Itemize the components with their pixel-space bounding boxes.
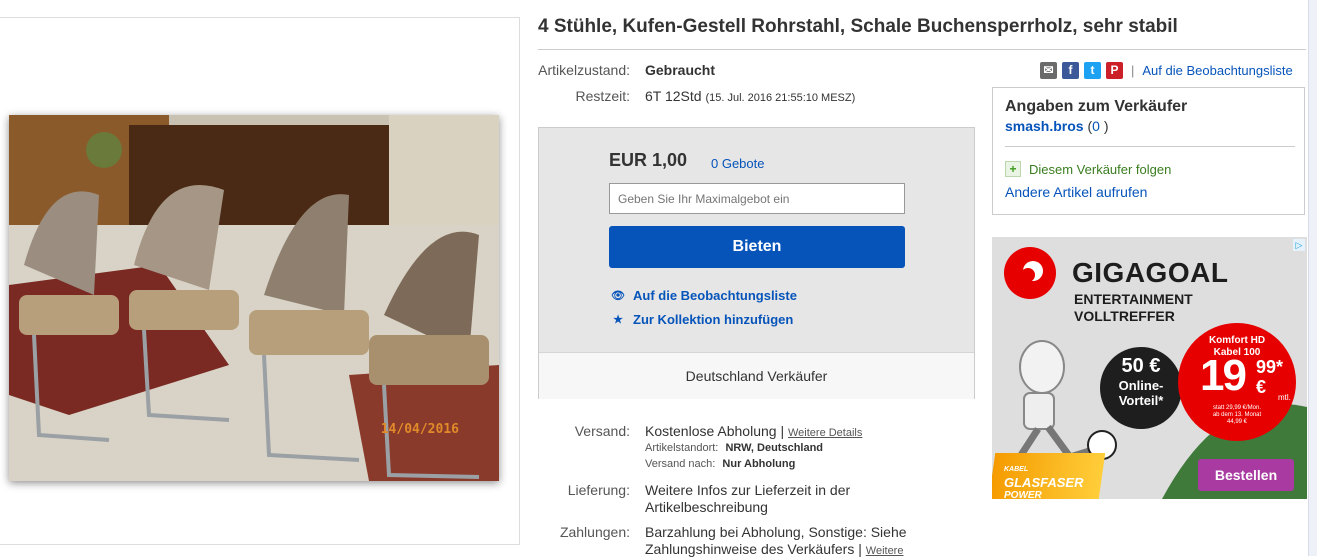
ad-subline-1: ENTERTAINMENT	[1074, 291, 1193, 307]
seller-feedback-link[interactable]: 0	[1092, 118, 1100, 134]
delivery-label: Lieferung:	[567, 482, 630, 498]
seller-name-row: smash.bros (0 )	[1005, 118, 1109, 134]
fine-print-1: statt 29,99 €/Mon.	[1212, 405, 1262, 411]
bid-count-link[interactable]: 0 Gebote	[711, 156, 765, 171]
offer-cents-star: *	[1276, 357, 1284, 377]
photo-date-stamp: 14/04/2016	[380, 422, 459, 437]
delivery-value-1: Weitere Infos zur Lieferzeit in der	[645, 482, 851, 498]
offer-title-1: Komfort HD	[1208, 335, 1266, 346]
delivery-value: Weitere Infos zur Lieferzeit in der Arti…	[645, 482, 850, 516]
condition-label: Artikelzustand:	[538, 62, 630, 78]
facebook-icon[interactable]: f	[1062, 61, 1079, 79]
payment-value-2-row: Zahlungshinweise des Verkäufers | Weiter…	[645, 541, 907, 560]
bid-box: EUR 1,00 0 Gebote Bieten 👁 Auf die Beoba…	[538, 127, 975, 399]
offer-price: 19	[1200, 351, 1247, 400]
image-panel: 14/04/2016	[0, 17, 520, 545]
payment-more-link[interactable]: Weitere	[866, 545, 904, 557]
shipping-details-link[interactable]: Weitere Details	[788, 427, 862, 439]
item-location-row: Artikelstandort: NRW, Deutschland	[645, 442, 823, 454]
ships-to-value: Nur Abholung	[722, 458, 796, 470]
glasfaser-line-1: GLASFASER	[1004, 475, 1084, 490]
seller-divider	[1005, 146, 1295, 147]
star-icon: ★	[613, 314, 623, 326]
fine-print-3: 44,99 €	[1226, 419, 1248, 425]
auction-end-time: (15. Jul. 2016 21:55:10 MESZ)	[705, 92, 856, 104]
order-button[interactable]: Bestellen	[1198, 459, 1294, 491]
item-location-label: Artikelstandort:	[645, 442, 719, 454]
bonus-text-2-word: Vorteil	[1118, 393, 1159, 408]
shipping-label: Versand:	[574, 423, 630, 439]
offer-unit: mtl.	[1278, 393, 1291, 402]
ad-subline: ENTERTAINMENT VOLLTREFFER	[1074, 291, 1193, 325]
seller-location: Deutschland Verkäufer	[539, 352, 974, 399]
add-to-watchlist-action[interactable]: 👁 Auf die Beobachtungsliste	[611, 288, 797, 303]
time-left-value: 6T 12Std (15. Jul. 2016 21:55:10 MESZ)	[645, 88, 855, 104]
delivery-value-2: Artikelbeschreibung	[645, 499, 768, 515]
title-divider	[538, 49, 1306, 50]
payment-value-2: Zahlungshinweise des Verkäufers	[645, 541, 855, 557]
offer-currency: €	[1256, 377, 1267, 397]
add-to-collection-action[interactable]: ★ Zur Kollektion hinzufügen	[611, 312, 793, 327]
bonus-text-1: Online-	[1118, 378, 1164, 393]
payment-separator: |	[858, 541, 862, 557]
offer-cents: 99*	[1256, 357, 1283, 378]
page-title: 4 Stühle, Kufen-Gestell Rohrstahl, Schal…	[538, 16, 1178, 37]
shipping-separator: |	[780, 423, 785, 439]
eye-icon: 👁	[611, 290, 625, 302]
add-to-watchlist-label: Auf die Beobachtungsliste	[633, 288, 797, 303]
online-bonus-badge: 50 € Online- Vorteil*	[1100, 347, 1182, 429]
seller-heading: Angaben zum Verkäufer	[1005, 98, 1188, 115]
offer-fine-print: statt 29,99 €/Mon. ab dem 13. Monat 44,9…	[1178, 405, 1296, 426]
current-price: EUR 1,00	[609, 150, 688, 170]
fine-print-2: ab dem 13. Monat	[1212, 412, 1262, 418]
share-bar: ✉ f t P | Auf die Beobachtungsliste	[1040, 61, 1293, 79]
ships-to-label: Versand nach:	[645, 458, 716, 470]
vodafone-ad-banner[interactable]: ▷ GIGAGOAL ENTERTAINMENT VOLLTREFFER 50 …	[992, 237, 1307, 499]
feedback-close: )	[1099, 118, 1109, 134]
payment-label: Zahlungen:	[559, 524, 630, 540]
item-location-value: NRW, Deutschland	[725, 442, 824, 454]
condition-value: Gebraucht	[645, 62, 716, 78]
ad-headline: GIGAGOAL	[1072, 257, 1229, 288]
offer-cents-digits: 99	[1256, 357, 1277, 377]
bonus-text-2: Vorteil*	[1100, 393, 1182, 408]
scrollbar-strip[interactable]	[1308, 0, 1317, 556]
adchoices-icon[interactable]: ▷	[1293, 239, 1305, 251]
follow-seller-button[interactable]: + Diesem Verkäufer folgen	[1005, 161, 1171, 177]
watchlist-link[interactable]: Auf die Beobachtungsliste	[1142, 63, 1292, 78]
other-items-link[interactable]: Andere Artikel aufrufen	[1005, 184, 1147, 200]
shipping-value-row: Kostenlose Abholung | Weitere Details	[645, 423, 862, 439]
seller-info-box: Angaben zum Verkäufer smash.bros (0 ) + …	[992, 87, 1305, 215]
pinterest-icon[interactable]: P	[1106, 61, 1123, 79]
glasfaser-line-2: POWER	[1004, 490, 1042, 499]
glasfaser-text: KABEL GLASFASER POWER	[1004, 463, 1083, 499]
seller-name-link[interactable]: smash.bros	[1005, 118, 1084, 134]
payment-value: Barzahlung bei Abholung, Sonstige: Siehe…	[645, 524, 907, 560]
bonus-text-2-star: *	[1158, 393, 1164, 408]
time-left-duration: 6T 12Std	[645, 88, 702, 104]
mail-icon[interactable]: ✉	[1040, 61, 1057, 79]
shipping-value: Kostenlose Abholung	[645, 423, 777, 439]
max-bid-input[interactable]	[609, 183, 905, 214]
item-photo[interactable]: 14/04/2016	[9, 115, 499, 481]
plus-icon: +	[1005, 161, 1021, 177]
ad-subline-2: VOLLTREFFER	[1074, 308, 1175, 324]
bid-button[interactable]: Bieten	[609, 226, 905, 268]
add-to-collection-label: Zur Kollektion hinzufügen	[633, 312, 794, 327]
payment-value-1: Barzahlung bei Abholung, Sonstige: Siehe	[645, 524, 907, 540]
follow-seller-label: Diesem Verkäufer folgen	[1029, 161, 1172, 177]
offer-price-badge: Komfort HD Kabel 100 19 99* € mtl. statt…	[1178, 323, 1296, 441]
bonus-amount: 50 €	[1121, 355, 1161, 377]
time-left-label: Restzeit:	[575, 88, 630, 104]
feedback-open: (	[1083, 118, 1093, 134]
twitter-icon[interactable]: t	[1084, 61, 1101, 79]
share-separator: |	[1131, 62, 1135, 78]
ships-to-row: Versand nach: Nur Abholung	[645, 458, 795, 470]
